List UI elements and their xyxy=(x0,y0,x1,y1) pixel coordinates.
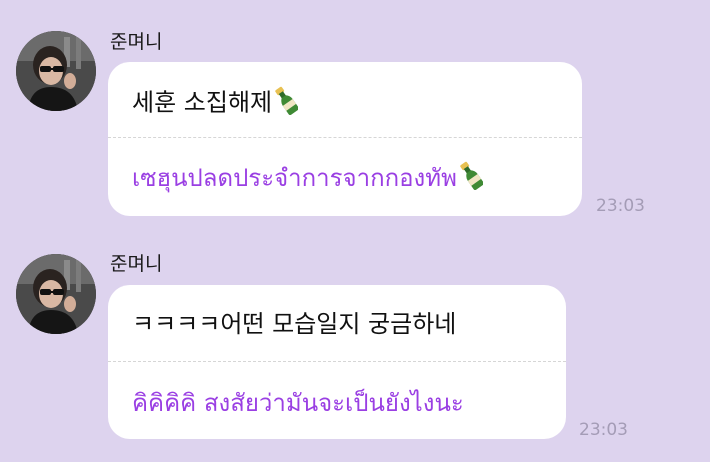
message-time: 23:03 xyxy=(579,420,628,440)
original-message-text: ㅋㅋㅋㅋ어떤 모습일지 궁금하네 xyxy=(132,310,457,338)
original-message-text: 세훈 소집해제 xyxy=(132,88,273,117)
translation-divider xyxy=(108,361,566,362)
message-time: 23:03 xyxy=(596,196,645,216)
avatar[interactable] xyxy=(16,31,96,111)
translated-message-text: คิคิคิคิ สงสัยว่ามันจะเป็นยังไงนะ xyxy=(132,389,464,417)
profile-photo-avatar xyxy=(16,31,96,111)
translated-message: เซฮุนปลดประจำการจากกองทัพ xyxy=(132,160,484,198)
profile-photo-avatar xyxy=(16,254,96,334)
champagne-bottle-icon xyxy=(459,160,484,198)
message-bubble[interactable]: ㅋㅋㅋㅋ어떤 모습일지 궁금하네 คิคิคิคิ สงสัยว่ามันจะเ… xyxy=(108,285,566,439)
champagne-bottle-icon xyxy=(274,85,299,122)
sender-name: 준며니 xyxy=(110,31,163,53)
translated-message-text: เซฮุนปลดประจำการจากกองทัพ xyxy=(132,164,457,192)
original-message: 세훈 소집해제 xyxy=(132,85,299,122)
avatar[interactable] xyxy=(16,254,96,334)
translation-divider xyxy=(108,137,582,138)
message-bubble[interactable]: 세훈 소집해제 เซฮุนปลดประจำการจากกองทัพ xyxy=(108,62,582,216)
sender-name: 준며니 xyxy=(110,253,163,275)
